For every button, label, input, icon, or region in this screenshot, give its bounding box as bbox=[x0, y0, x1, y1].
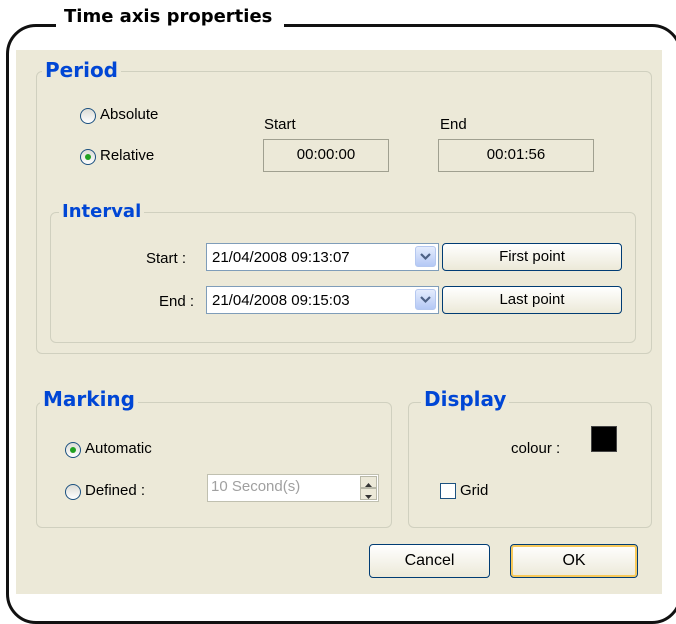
first-point-button[interactable]: First point bbox=[442, 243, 622, 271]
dialog-title: Time axis properties bbox=[56, 6, 285, 27]
period-title: Period bbox=[42, 59, 121, 81]
interval-start-value: 21/04/2008 09:13:07 bbox=[212, 249, 350, 266]
last-point-button[interactable]: Last point bbox=[442, 286, 622, 314]
absolute-radio[interactable] bbox=[80, 108, 96, 124]
period-end-label: End bbox=[440, 116, 467, 133]
chevron-down-icon[interactable] bbox=[415, 246, 436, 267]
marking-group bbox=[36, 402, 392, 528]
grid-checkbox[interactable] bbox=[440, 483, 456, 499]
interval-end-combo[interactable]: 21/04/2008 09:15:03 bbox=[206, 286, 439, 314]
spin-up-icon[interactable] bbox=[360, 476, 377, 488]
automatic-label: Automatic bbox=[85, 440, 152, 457]
relative-label: Relative bbox=[100, 147, 155, 164]
automatic-radio[interactable] bbox=[65, 442, 81, 458]
absolute-label: Absolute bbox=[100, 106, 159, 123]
defined-label: Defined : bbox=[85, 482, 146, 499]
interval-end-label: End : bbox=[159, 293, 195, 310]
defined-interval-value: 10 Second(s) bbox=[211, 478, 301, 495]
cancel-button[interactable]: Cancel bbox=[369, 544, 490, 578]
defined-interval-spinner[interactable]: 10 Second(s) bbox=[207, 474, 379, 502]
display-group bbox=[408, 402, 652, 528]
colour-label: colour : bbox=[511, 440, 561, 457]
chevron-down-icon[interactable] bbox=[415, 289, 436, 310]
marking-title: Marking bbox=[40, 388, 138, 410]
relative-radio[interactable] bbox=[80, 149, 96, 165]
interval-title: Interval bbox=[59, 201, 145, 223]
interval-start-label: Start : bbox=[146, 250, 187, 267]
ok-button[interactable]: OK bbox=[510, 544, 638, 578]
interval-start-combo[interactable]: 21/04/2008 09:13:07 bbox=[206, 243, 439, 271]
period-start-field: 00:00:00 bbox=[263, 139, 389, 172]
interval-end-value: 21/04/2008 09:15:03 bbox=[212, 292, 350, 309]
interval-group bbox=[50, 212, 636, 343]
display-title: Display bbox=[421, 388, 510, 410]
period-end-field: 00:01:56 bbox=[438, 139, 594, 172]
radio-selected-dot bbox=[85, 154, 91, 160]
colour-swatch[interactable] bbox=[591, 426, 617, 452]
grid-label: Grid bbox=[460, 482, 489, 499]
defined-radio[interactable] bbox=[65, 484, 81, 500]
period-start-label: Start bbox=[264, 116, 296, 133]
dialog-body: Period Absolute Relative Start End 00:00… bbox=[16, 50, 662, 594]
radio-selected-dot bbox=[70, 447, 76, 453]
spin-down-icon[interactable] bbox=[360, 488, 377, 500]
